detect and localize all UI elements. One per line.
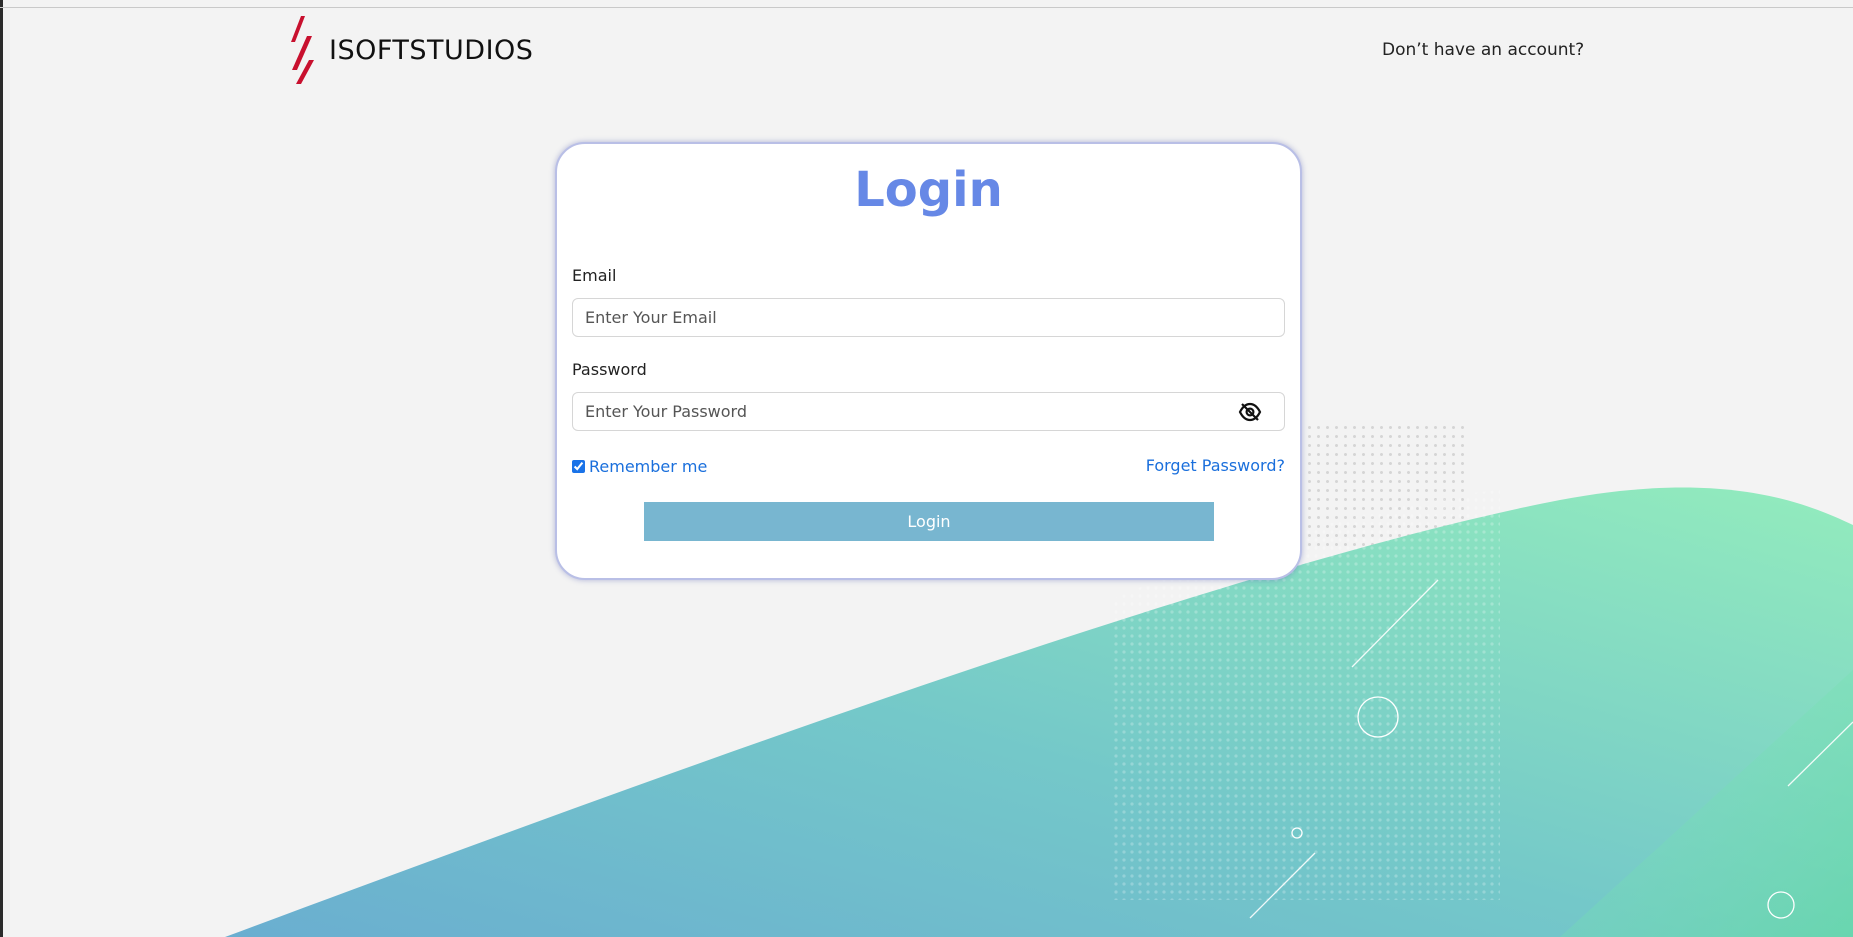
remember-me-label: Remember me bbox=[589, 457, 708, 476]
forgot-password-link[interactable]: Forget Password? bbox=[1146, 456, 1285, 475]
eye-off-icon bbox=[1238, 402, 1262, 422]
login-card: Login Email Password Remember me Forget … bbox=[555, 142, 1302, 580]
email-field-container bbox=[572, 298, 1285, 337]
password-visibility-toggle[interactable] bbox=[1238, 402, 1262, 422]
login-button[interactable]: Login bbox=[644, 502, 1214, 541]
login-title: Login bbox=[854, 162, 1003, 218]
password-label: Password bbox=[572, 360, 647, 379]
email-label: Email bbox=[572, 266, 617, 285]
isoftstudios-logo-icon bbox=[291, 16, 314, 84]
email-input[interactable] bbox=[585, 302, 1205, 333]
signup-link[interactable]: Don’t have an account? bbox=[1382, 40, 1584, 60]
remember-me[interactable]: Remember me bbox=[572, 457, 707, 476]
password-input[interactable] bbox=[585, 396, 1205, 427]
remember-me-checkbox[interactable] bbox=[572, 460, 585, 473]
brand-logo[interactable]: ISOFTSTUDIOS bbox=[287, 14, 533, 86]
password-field-container bbox=[572, 392, 1285, 431]
brand-name: ISOFTSTUDIOS bbox=[329, 34, 534, 66]
